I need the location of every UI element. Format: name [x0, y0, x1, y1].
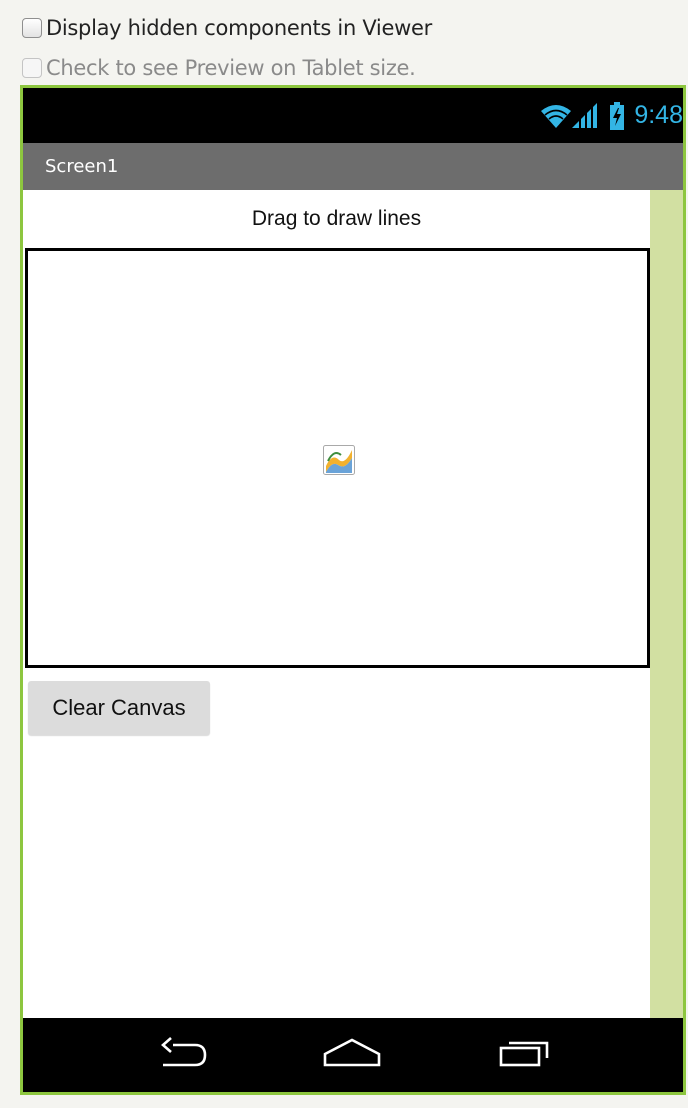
- show-hidden-components-checkbox[interactable]: [22, 18, 42, 38]
- back-icon[interactable]: [153, 1032, 213, 1076]
- show-hidden-components-option[interactable]: Display hidden components in Viewer: [22, 16, 432, 40]
- recent-apps-icon[interactable]: [495, 1032, 557, 1076]
- home-icon[interactable]: [321, 1032, 383, 1076]
- canvas-icon: [323, 445, 355, 480]
- screen-title: Screen1: [45, 156, 119, 177]
- screen-scroll-strip: [650, 190, 683, 1018]
- status-bar: 9:48: [23, 88, 683, 143]
- drawing-canvas[interactable]: [25, 248, 650, 668]
- status-clock: 9:48: [634, 101, 683, 129]
- drag-instruction-label: Drag to draw lines: [251, 207, 422, 230]
- clear-canvas-button[interactable]: Clear Canvas: [28, 681, 210, 735]
- wifi-icon: [540, 103, 572, 129]
- navigation-bar: [23, 1018, 683, 1092]
- tablet-preview-label: Check to see Preview on Tablet size.: [46, 56, 416, 80]
- tablet-preview-option[interactable]: Check to see Preview on Tablet size.: [22, 56, 416, 80]
- battery-charging-icon: [610, 101, 625, 130]
- tablet-preview-checkbox[interactable]: [22, 58, 42, 78]
- title-bar: Screen1: [23, 143, 683, 190]
- phone-viewer: 9:48 Screen1 Drag to draw lines Clear Ca…: [20, 85, 686, 1095]
- screen-content: Drag to draw lines Clear Canvas: [23, 190, 650, 1018]
- show-hidden-components-label: Display hidden components in Viewer: [46, 16, 432, 40]
- signal-icon: [572, 102, 598, 129]
